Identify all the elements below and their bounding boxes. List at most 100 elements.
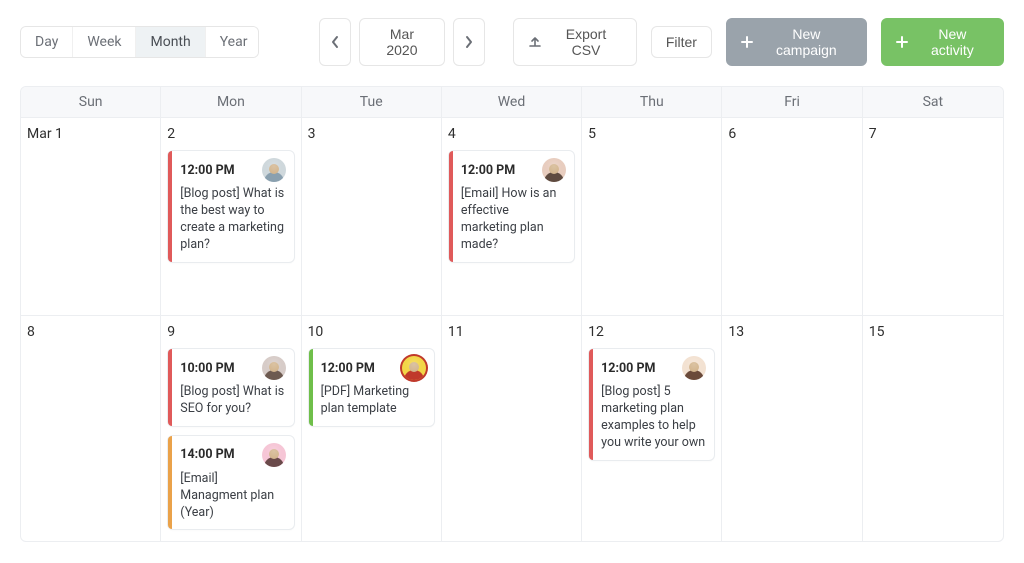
- event-card[interactable]: 12:00 PM [PDF] Marketing plan template: [308, 348, 435, 427]
- event-header: 10:00 PM: [180, 356, 285, 380]
- chevron-left-icon: [330, 35, 340, 49]
- day-number: 4: [448, 126, 575, 142]
- day-number: 11: [448, 324, 575, 340]
- weekday-header: Sun: [21, 87, 161, 117]
- day-number: Mar 1: [27, 126, 154, 142]
- event-title: [Email] How is an effective marketing pl…: [461, 186, 566, 254]
- avatar: [262, 443, 286, 467]
- avatar: [542, 158, 566, 182]
- day-number: 15: [869, 324, 997, 340]
- current-month-label[interactable]: Mar 2020: [359, 18, 446, 66]
- day-cell[interactable]: 5: [582, 117, 722, 315]
- weekday-header: Fri: [722, 87, 862, 117]
- day-number: 6: [728, 126, 855, 142]
- event-time: 12:00 PM: [180, 163, 234, 178]
- view-month[interactable]: Month: [136, 27, 205, 57]
- plus-icon: [741, 36, 753, 48]
- event-stripe: [309, 349, 313, 426]
- event-list: 12:00 PM [PDF] Marketing plan template: [308, 348, 435, 427]
- day-cell[interactable]: 15: [863, 315, 1003, 541]
- event-stripe: [449, 151, 453, 262]
- event-list: 12:00 PM [Blog post] 5 marketing plan exa…: [588, 348, 715, 461]
- event-header: 12:00 PM: [601, 356, 706, 380]
- weekday-header: Wed: [442, 87, 582, 117]
- view-week[interactable]: Week: [73, 27, 136, 57]
- event-list: 10:00 PM [Blog post] What is SEO for you?…: [167, 348, 294, 530]
- calendar: SunMonTueWedThuFriSat Mar 1 2 12:00 PM [Blo…: [20, 86, 1004, 542]
- month-nav: Mar 2020: [319, 18, 486, 66]
- event-card[interactable]: 12:00 PM [Blog post] What is the best way…: [167, 150, 294, 263]
- event-stripe: [168, 349, 172, 426]
- toolbar: Day Week Month Year Mar 2020 Expo: [20, 18, 1004, 66]
- calendar-body: Mar 1 2 12:00 PM [Blog post] What is the be…: [21, 117, 1003, 541]
- day-cell[interactable]: 4 12:00 PM [Email] How is an effective mar…: [442, 117, 582, 315]
- event-title: [Blog post] 5 marketing plan examples to…: [601, 384, 706, 452]
- export-csv-label: Export CSV: [550, 26, 622, 58]
- prev-month-button[interactable]: [319, 18, 351, 66]
- weekday-header-row: SunMonTueWedThuFriSat: [21, 87, 1003, 117]
- event-title: [Blog post] What is SEO for you?: [180, 384, 285, 418]
- day-cell[interactable]: 12 12:00 PM [Blog post] 5 marketing plan e…: [582, 315, 722, 541]
- weekday-header: Mon: [161, 87, 301, 117]
- day-cell[interactable]: 7: [863, 117, 1003, 315]
- day-number: 2: [167, 126, 294, 142]
- event-stripe: [589, 349, 593, 460]
- new-campaign-label: New campaign: [761, 26, 852, 58]
- event-time: 12:00 PM: [321, 361, 375, 376]
- event-header: 14:00 PM: [180, 443, 285, 467]
- event-stripe: [168, 151, 172, 262]
- event-title: [PDF] Marketing plan template: [321, 384, 426, 418]
- event-title: [Blog post] What is the best way to crea…: [180, 186, 285, 254]
- event-card[interactable]: 10:00 PM [Blog post] What is SEO for you?: [167, 348, 294, 427]
- next-month-button[interactable]: [453, 18, 485, 66]
- day-cell[interactable]: Mar 1: [21, 117, 161, 315]
- new-activity-button[interactable]: New activity: [881, 18, 1004, 66]
- view-switch: Day Week Month Year: [20, 26, 259, 58]
- day-number: 7: [869, 126, 997, 142]
- event-list: 12:00 PM [Blog post] What is the best way…: [167, 150, 294, 263]
- avatar: [262, 356, 286, 380]
- export-csv-button[interactable]: Export CSV: [513, 18, 637, 66]
- avatar: [262, 158, 286, 182]
- day-cell[interactable]: 11: [442, 315, 582, 541]
- weekday-header: Sat: [863, 87, 1003, 117]
- event-time: 14:00 PM: [180, 447, 234, 462]
- day-number: 3: [308, 126, 435, 142]
- day-cell[interactable]: 13: [722, 315, 862, 541]
- event-header: 12:00 PM: [321, 356, 426, 380]
- day-cell[interactable]: 1012:00 PM[PDF] Marketing plan template: [302, 315, 442, 541]
- day-number: 9: [167, 324, 294, 340]
- day-number: 5: [588, 126, 715, 142]
- new-campaign-button[interactable]: New campaign: [726, 18, 867, 66]
- day-cell[interactable]: 3: [302, 117, 442, 315]
- weekday-header: Tue: [302, 87, 442, 117]
- event-card[interactable]: 12:00 PM [Email] How is an effective mark…: [448, 150, 575, 263]
- day-number: 8: [27, 324, 154, 340]
- day-cell[interactable]: 6: [722, 117, 862, 315]
- week-row: 89 10:00 PM [Blog post] What is SEO for yo…: [21, 315, 1003, 541]
- weekday-header: Thu: [582, 87, 722, 117]
- new-activity-label: New activity: [916, 26, 989, 58]
- avatar: [682, 356, 706, 380]
- view-year[interactable]: Year: [206, 27, 259, 57]
- week-row: Mar 1 2 12:00 PM [Blog post] What is the be…: [21, 117, 1003, 315]
- event-time: 12:00 PM: [601, 361, 655, 376]
- view-day[interactable]: Day: [21, 27, 73, 57]
- event-time: 10:00 PM: [180, 361, 234, 376]
- day-cell[interactable]: 2 12:00 PM [Blog post] What is the best wa…: [161, 117, 301, 315]
- day-number: 12: [588, 324, 715, 340]
- avatar: [402, 356, 426, 380]
- event-card[interactable]: 12:00 PM [Blog post] 5 marketing plan exa…: [588, 348, 715, 461]
- filter-button[interactable]: Filter: [651, 26, 712, 58]
- day-cell[interactable]: 8: [21, 315, 161, 541]
- event-time: 12:00 PM: [461, 163, 515, 178]
- event-header: 12:00 PM: [180, 158, 285, 182]
- event-title: [Email] Managment plan (Year): [180, 471, 285, 522]
- upload-icon: [528, 35, 542, 49]
- chevron-right-icon: [464, 35, 474, 49]
- plus-icon: [896, 36, 908, 48]
- filter-label: Filter: [666, 34, 697, 50]
- event-card[interactable]: 14:00 PM [Email] Managment plan (Year): [167, 435, 294, 531]
- event-header: 12:00 PM: [461, 158, 566, 182]
- day-cell[interactable]: 9 10:00 PM [Blog post] What is SEO for you…: [161, 315, 301, 541]
